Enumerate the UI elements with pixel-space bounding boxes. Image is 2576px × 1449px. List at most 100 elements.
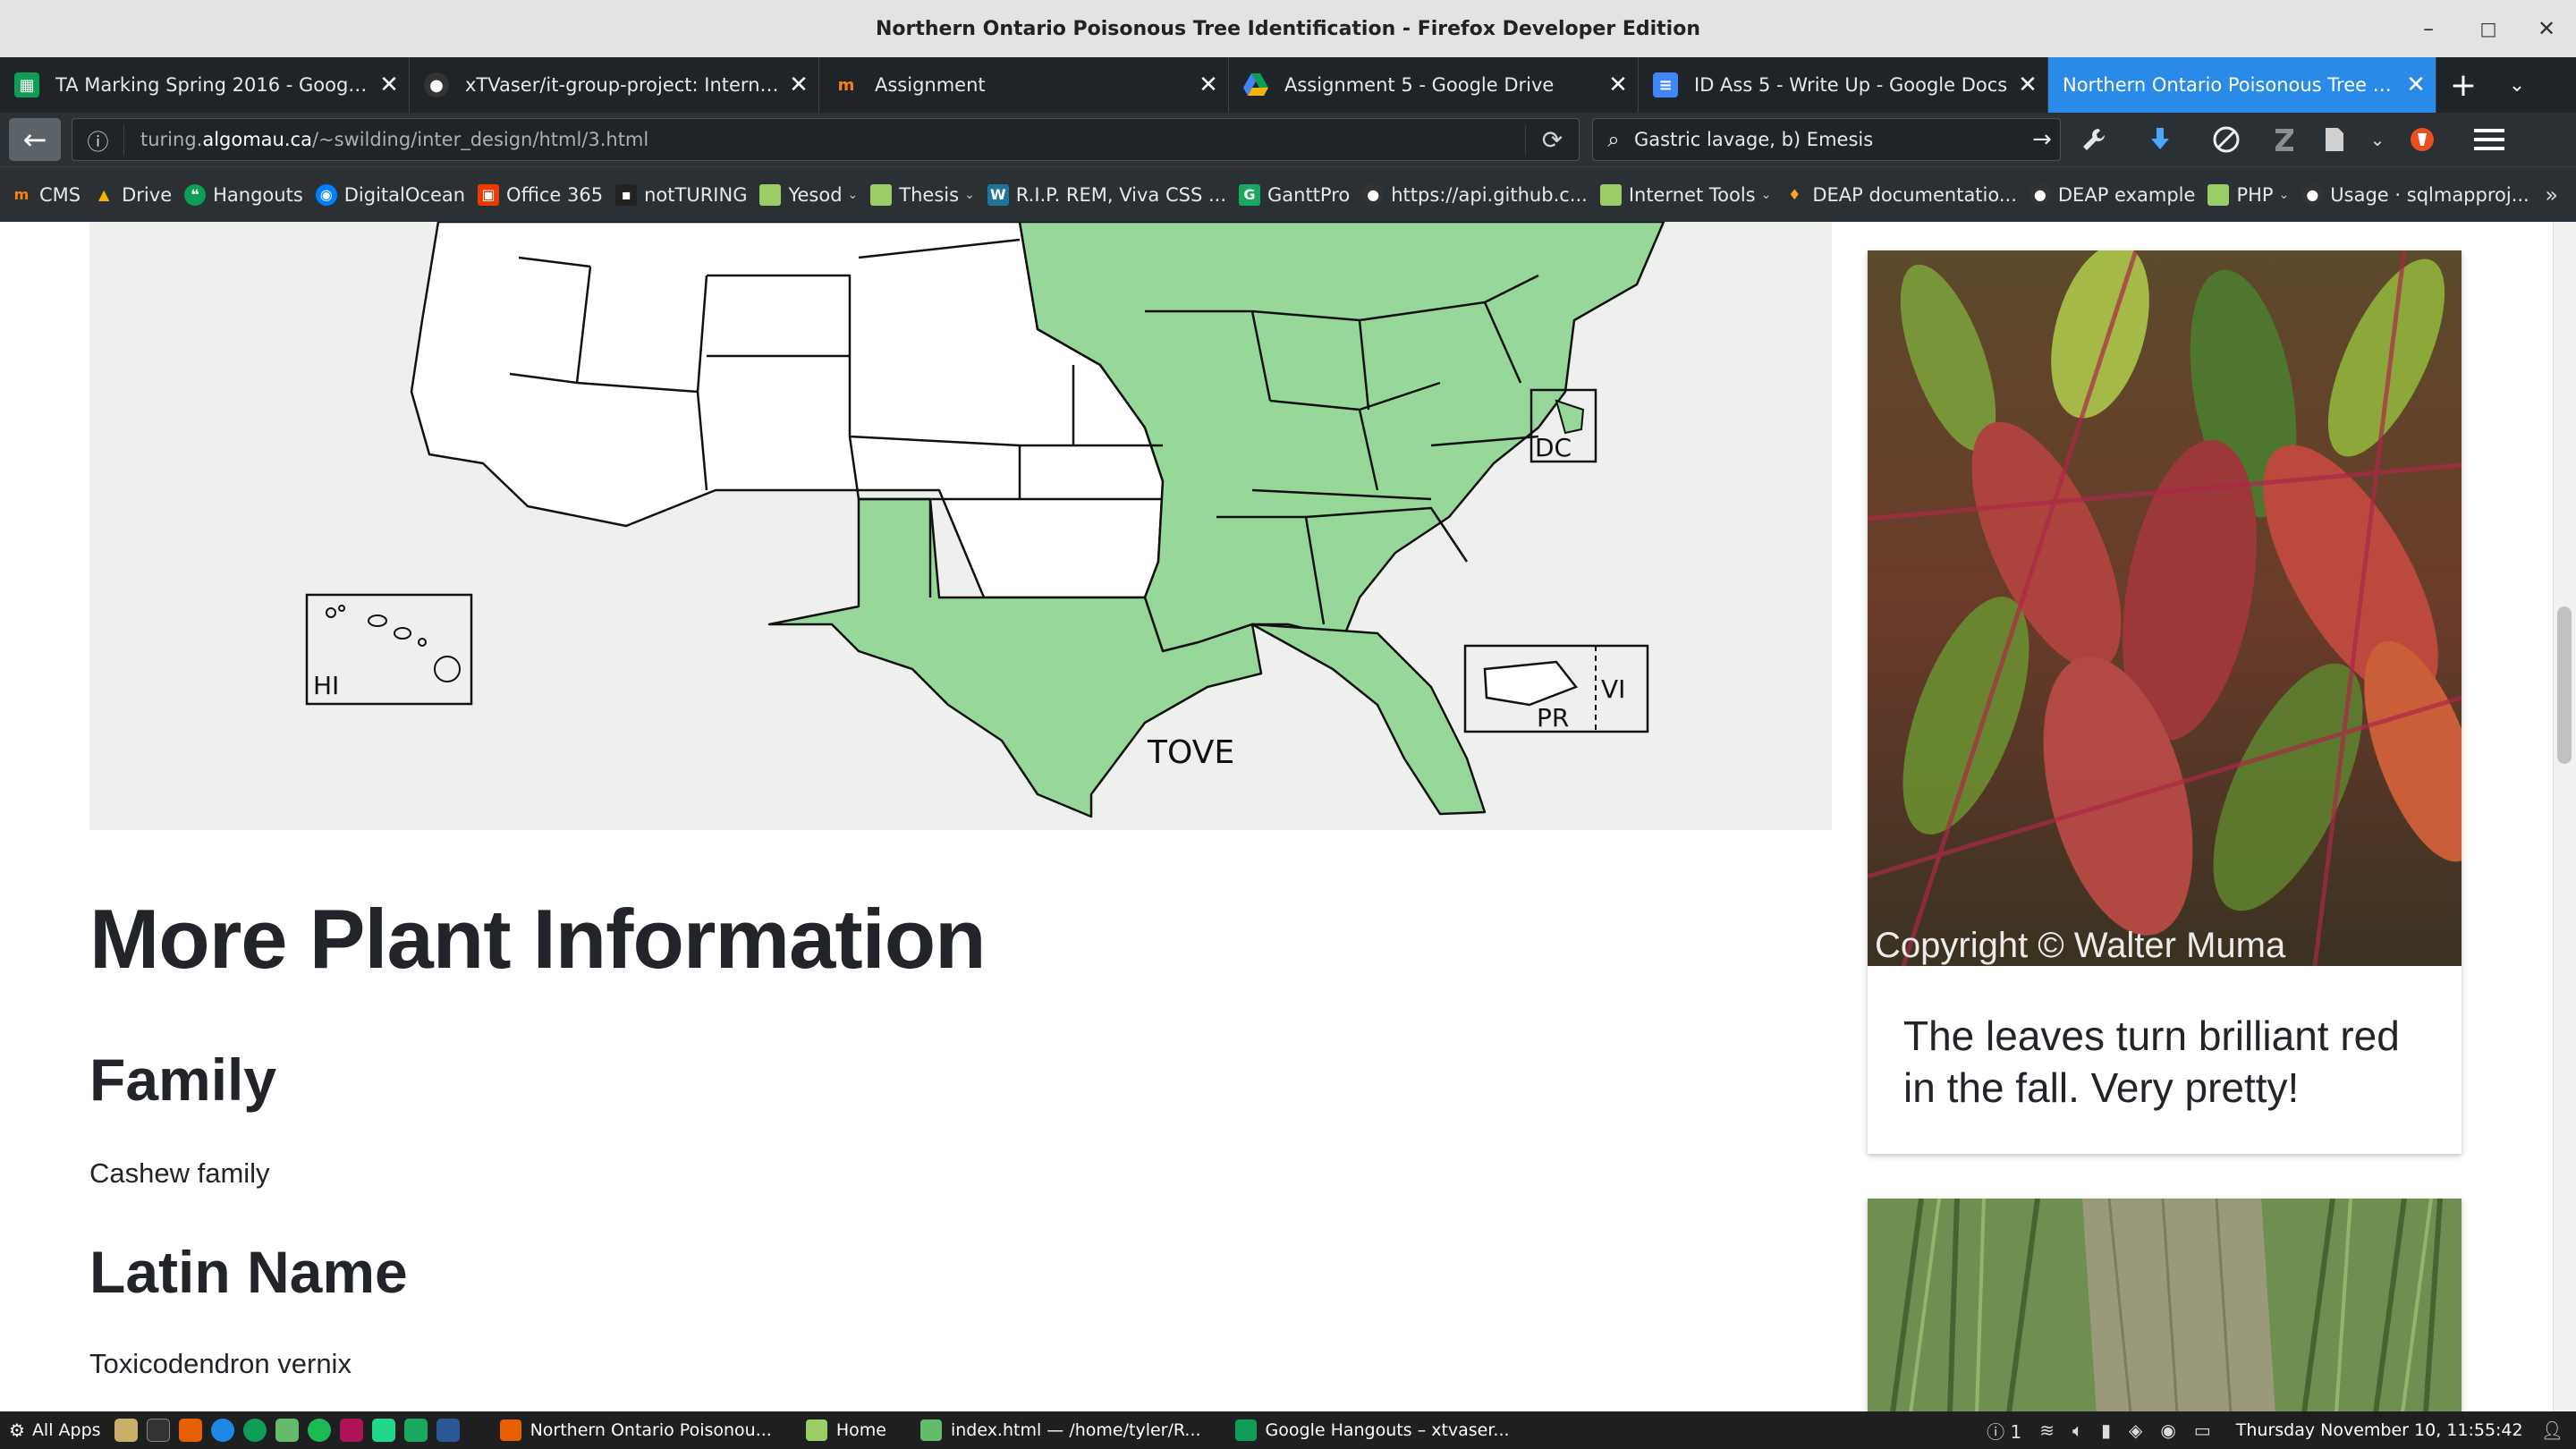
all-apps-button[interactable]: ⚙ All Apps bbox=[0, 1411, 110, 1449]
battery-icon[interactable]: ▮ bbox=[2101, 1419, 2111, 1441]
tab-google-drive[interactable]: Assignment 5 - Google Drive ✕ bbox=[1229, 57, 1639, 113]
wifi-icon[interactable]: ≋ bbox=[2039, 1419, 2055, 1441]
user-icon[interactable]: 👤︎ bbox=[2541, 1419, 2563, 1441]
ide-launcher-icon[interactable] bbox=[335, 1411, 368, 1449]
taskbar-window-label: Northern Ontario Poisonou... bbox=[530, 1420, 772, 1440]
notification-count[interactable]: ⓘ 1 bbox=[1987, 1418, 2021, 1444]
docs-icon: ≡ bbox=[1653, 72, 1678, 97]
bookmark-item[interactable]: G GanttPro bbox=[1239, 183, 1350, 206]
firefox-dev-launcher-icon[interactable] bbox=[174, 1411, 207, 1449]
taskbar-window-label: Home bbox=[835, 1420, 886, 1440]
all-apps-label: All Apps bbox=[31, 1420, 101, 1440]
tab-label: TA Marking Spring 2016 - Google Sh... bbox=[55, 74, 369, 96]
tab-github-project[interactable]: ● xTVaser/it-group-project: Internet T..… bbox=[410, 57, 819, 113]
taskbar-window-button[interactable]: Google Hangouts – xtvaser... bbox=[1226, 1411, 1519, 1449]
info-icon[interactable]: ⓘ bbox=[72, 123, 124, 156]
bookmark-item[interactable]: ◉ DigitalOcean bbox=[315, 183, 465, 206]
bookmark-item[interactable]: ▲ Drive bbox=[93, 184, 172, 206]
bookmarks-toolbar: m CMS ▲ Drive ❝ Hangouts ◉ DigitalOcean ▣ Office … bbox=[0, 166, 2576, 222]
spotify-launcher-icon[interactable] bbox=[303, 1411, 335, 1449]
hangouts-icon bbox=[1234, 1419, 1257, 1441]
zotero-icon[interactable] bbox=[2259, 113, 2309, 166]
bookmark-item[interactable]: ● Usage · sqlmapproj... bbox=[2301, 183, 2529, 206]
taskbar-window-button[interactable]: Home bbox=[797, 1411, 895, 1449]
arrow-right-icon[interactable]: → bbox=[2024, 126, 2060, 153]
clock[interactable]: Thursday November 10, 11:55:42 bbox=[2236, 1420, 2523, 1440]
wrench-icon[interactable] bbox=[2061, 113, 2127, 166]
url-text[interactable]: turing.algomau.ca/~swilding/inter_design… bbox=[124, 129, 1525, 150]
bookmark-item[interactable]: ▣ Office 365 bbox=[478, 183, 603, 206]
tab-ta-marking[interactable]: ▦ TA Marking Spring 2016 - Google Sh... … bbox=[0, 57, 410, 113]
chevron-down-icon[interactable]: ⌄ bbox=[2360, 113, 2395, 166]
close-icon[interactable]: ✕ bbox=[1189, 72, 1228, 98]
extension-icon[interactable] bbox=[2395, 113, 2449, 166]
bookmark-item[interactable]: ● https://api.github.c... bbox=[1362, 183, 1588, 206]
search-bar[interactable]: ⌕ Gastric lavage, b) Emesis → bbox=[1592, 118, 2061, 161]
close-icon[interactable]: ✕ bbox=[2396, 72, 2436, 98]
no-script-icon[interactable] bbox=[2193, 113, 2259, 166]
tab-google-docs[interactable]: ≡ ID Ass 5 - Write Up - Google Docs ✕ bbox=[1639, 57, 2048, 113]
bookmark-item[interactable]: ♦ DEAP documentatio... bbox=[1784, 184, 2017, 206]
display-icon[interactable]: ▭ bbox=[2194, 1419, 2211, 1441]
maximize-button[interactable]: □ bbox=[2466, 0, 2511, 57]
browser-launcher-icon[interactable] bbox=[207, 1411, 239, 1449]
bookmark-item[interactable]: Internet Tools ⌄ bbox=[1599, 183, 1771, 206]
system-tray: ⓘ 1 ≋ 🔈︎ ▮ ◈ ◉ ▭ Thursday November 10, 1… bbox=[1969, 1411, 2576, 1449]
url-bar[interactable]: ⓘ turing.algomau.ca/~swilding/inter_desi… bbox=[72, 118, 1580, 161]
tab-list-button[interactable]: ⌄ bbox=[2490, 57, 2544, 113]
hangouts-launcher-icon[interactable] bbox=[239, 1411, 271, 1449]
volume-icon[interactable]: 🔈︎ bbox=[2072, 1419, 2083, 1441]
network-launcher-icon[interactable] bbox=[432, 1411, 464, 1449]
reload-icon[interactable]: ⟳ bbox=[1525, 124, 1579, 155]
github-icon: ● bbox=[2301, 183, 2324, 206]
bookmark-label: Thesis bbox=[899, 183, 960, 206]
bookmark-item[interactable]: ● DEAP example bbox=[2029, 183, 2195, 206]
tab-poisonous-tree[interactable]: Northern Ontario Poisonous Tree Identif.… bbox=[2048, 57, 2436, 113]
folder-icon bbox=[805, 1419, 827, 1441]
taskbar-window-button[interactable]: Northern Ontario Poisonou... bbox=[491, 1411, 781, 1449]
bookmark-item[interactable]: ▪ notTURING bbox=[615, 183, 747, 206]
window-close-button[interactable]: ✕ bbox=[2524, 0, 2569, 57]
sheets-icon: ▦ bbox=[14, 72, 39, 97]
map-label-pr: PR bbox=[1537, 703, 1569, 733]
page-icon[interactable] bbox=[2309, 113, 2360, 166]
close-icon[interactable]: ✕ bbox=[369, 72, 409, 98]
moodle-icon: m bbox=[837, 75, 855, 95]
copyright-watermark: Copyright © Walter Muma bbox=[1875, 926, 2286, 965]
bookmark-item[interactable]: ❝ Hangouts bbox=[184, 183, 303, 206]
security-icon[interactable]: ◈ bbox=[2129, 1419, 2142, 1441]
pycharm-launcher-icon[interactable] bbox=[368, 1411, 400, 1449]
close-icon[interactable]: ✕ bbox=[2008, 72, 2047, 98]
minimize-button[interactable]: – bbox=[2406, 0, 2451, 57]
photo-caption: The leaves turn brilliant red in the fal… bbox=[1903, 1013, 2400, 1111]
map-label-hi: HI bbox=[313, 671, 339, 700]
download-icon[interactable] bbox=[2127, 113, 2193, 166]
taskbar-window-button[interactable]: index.html — /home/tyler/R... bbox=[911, 1411, 1210, 1449]
bookmark-label: Internet Tools bbox=[1628, 183, 1756, 206]
bookmark-item[interactable]: PHP ⌄ bbox=[2207, 183, 2289, 206]
firefox-icon bbox=[499, 1419, 521, 1441]
tab-label: xTVaser/it-group-project: Internet T... bbox=[465, 74, 779, 96]
scrollbar-thumb[interactable] bbox=[2557, 606, 2572, 764]
page-scrollbar[interactable] bbox=[2553, 222, 2576, 1411]
bookmark-item[interactable]: m CMS bbox=[11, 184, 80, 206]
latin-name-heading: Latin Name bbox=[89, 1238, 408, 1305]
new-tab-button[interactable]: + bbox=[2436, 57, 2490, 113]
bookmark-label: Drive bbox=[122, 183, 173, 206]
bookmark-item[interactable]: W R.I.P. REM, Viva CSS ... bbox=[987, 183, 1226, 206]
close-icon[interactable]: ✕ bbox=[779, 72, 818, 98]
hamburger-menu-icon[interactable] bbox=[2449, 113, 2529, 166]
editor-launcher-icon[interactable] bbox=[271, 1411, 303, 1449]
bookmark-item[interactable]: Thesis ⌄ bbox=[870, 183, 975, 206]
gantt-launcher-icon[interactable] bbox=[400, 1411, 432, 1449]
close-icon[interactable]: ✕ bbox=[1598, 72, 1638, 98]
back-button[interactable]: ← bbox=[9, 118, 61, 161]
chrome-icon[interactable]: ◉ bbox=[2160, 1419, 2175, 1441]
bookmarks-overflow-button[interactable]: » bbox=[2545, 167, 2558, 223]
taskbar-window-list: Northern Ontario Poisonou... Home index.ht… bbox=[491, 1411, 1535, 1449]
terminal-launcher-icon[interactable] bbox=[142, 1411, 174, 1449]
search-input[interactable]: Gastric lavage, b) Emesis bbox=[1634, 129, 2024, 150]
files-launcher-icon[interactable] bbox=[110, 1411, 142, 1449]
bookmark-item[interactable]: Yesod ⌄ bbox=[759, 183, 858, 206]
tab-assignment[interactable]: m Assignment ✕ bbox=[819, 57, 1229, 113]
